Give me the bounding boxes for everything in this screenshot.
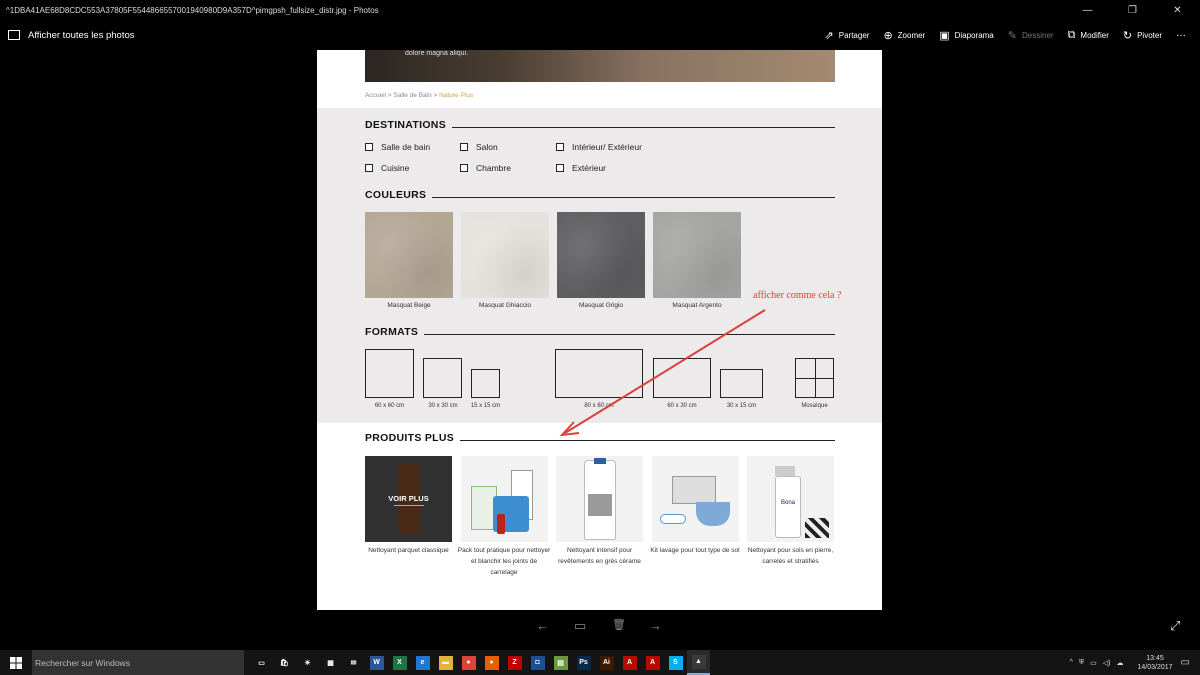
excel-icon: X — [392, 655, 407, 670]
network-icon[interactable]: ▭ — [1090, 659, 1097, 667]
explorer-icon: ▬ — [438, 655, 453, 670]
taskbar-app[interactable]: S — [664, 650, 687, 675]
taskbar: Rechercher sur Windows ▭ 🛍 ☀ ▦ ✉ W Xe ▬ ● ● Z ◘ ▤ Ps A… — [0, 650, 1200, 675]
system-tray: ^ ⛨ ▭ ◁) ☁ 13:45 14/03/2017 ▭ — [1070, 650, 1200, 675]
taskbar-app[interactable]: ▭ — [250, 650, 273, 675]
tray-up-icon[interactable]: ^ — [1070, 659, 1073, 666]
taskbar-app[interactable]: W — [365, 650, 388, 675]
taskbar-app[interactable]: ▤ — [549, 650, 572, 675]
annotation-arrow — [559, 309, 766, 437]
store-icon: 🛍 — [280, 659, 289, 667]
illustrator-icon: Ai — [599, 655, 614, 670]
acrobat-icon: A — [622, 655, 637, 670]
taskbar-app[interactable]: ▦ — [319, 650, 342, 675]
acrobat-reader-icon: A — [645, 655, 660, 670]
photos-icon: ▲ — [691, 654, 706, 669]
firefox-icon: ● — [484, 655, 499, 670]
taskbar-app[interactable]: A — [641, 650, 664, 675]
notepad-icon: ▤ — [553, 655, 568, 670]
word-icon: W — [369, 655, 384, 670]
taskbar-app[interactable]: ◘ — [526, 650, 549, 675]
clock-date: 14/03/2017 — [1137, 663, 1173, 671]
clock-time: 13:45 — [1146, 654, 1164, 662]
mail-icon: ✉ — [350, 659, 357, 667]
chrome-icon: ● — [461, 655, 476, 670]
volume-icon[interactable]: ◁) — [1103, 659, 1111, 667]
windows-icon — [10, 656, 22, 669]
taskbar-app[interactable]: 🛍 — [273, 650, 296, 675]
slideshow-button[interactable]: ▭ — [574, 618, 586, 634]
onedrive-icon[interactable]: ☁ — [1117, 659, 1124, 667]
start-button[interactable] — [0, 650, 32, 675]
skype-icon: S — [668, 655, 683, 670]
clock[interactable]: 13:45 14/03/2017 — [1138, 654, 1173, 672]
app-icon: ◘ — [530, 655, 545, 670]
delete-button[interactable]: 🗑 — [612, 618, 626, 631]
taskbar-app[interactable]: A — [618, 650, 641, 675]
taskbar-app[interactable]: X — [388, 650, 411, 675]
taskbar-app[interactable]: ☀ — [296, 650, 319, 675]
fullscreen-button[interactable]: ⤢ — [1170, 618, 1180, 634]
filezilla-icon: Z — [507, 655, 522, 670]
taskbar-app[interactable]: ▲ — [687, 650, 710, 675]
calculator-icon: ▦ — [327, 659, 334, 667]
previous-button[interactable]: ← — [536, 618, 549, 633]
taskbar-app[interactable]: ✉ — [342, 650, 365, 675]
taskbar-search[interactable]: Rechercher sur Windows — [32, 650, 244, 675]
next-button[interactable]: → — [649, 618, 662, 633]
edge-icon: e — [415, 655, 430, 670]
taskbar-app[interactable]: ▬ — [434, 650, 457, 675]
notifications-icon[interactable]: ▭ — [1181, 657, 1190, 668]
taskbar-app[interactable]: e — [411, 650, 434, 675]
defender-icon[interactable]: ⛨ — [1079, 659, 1084, 667]
taskbar-app[interactable]: Z — [503, 650, 526, 675]
taskbar-app[interactable]: Ai — [595, 650, 618, 675]
taskbar-app[interactable]: Ps — [572, 650, 595, 675]
task-view-icon: ▭ — [258, 659, 265, 667]
taskbar-app[interactable]: ● — [457, 650, 480, 675]
viewer-nav: ← ▭ 🗑 → ⤢ — [0, 618, 1200, 640]
taskbar-app[interactable]: ● — [480, 650, 503, 675]
photoshop-icon: Ps — [576, 655, 591, 670]
weather-icon: ☀ — [304, 659, 311, 667]
